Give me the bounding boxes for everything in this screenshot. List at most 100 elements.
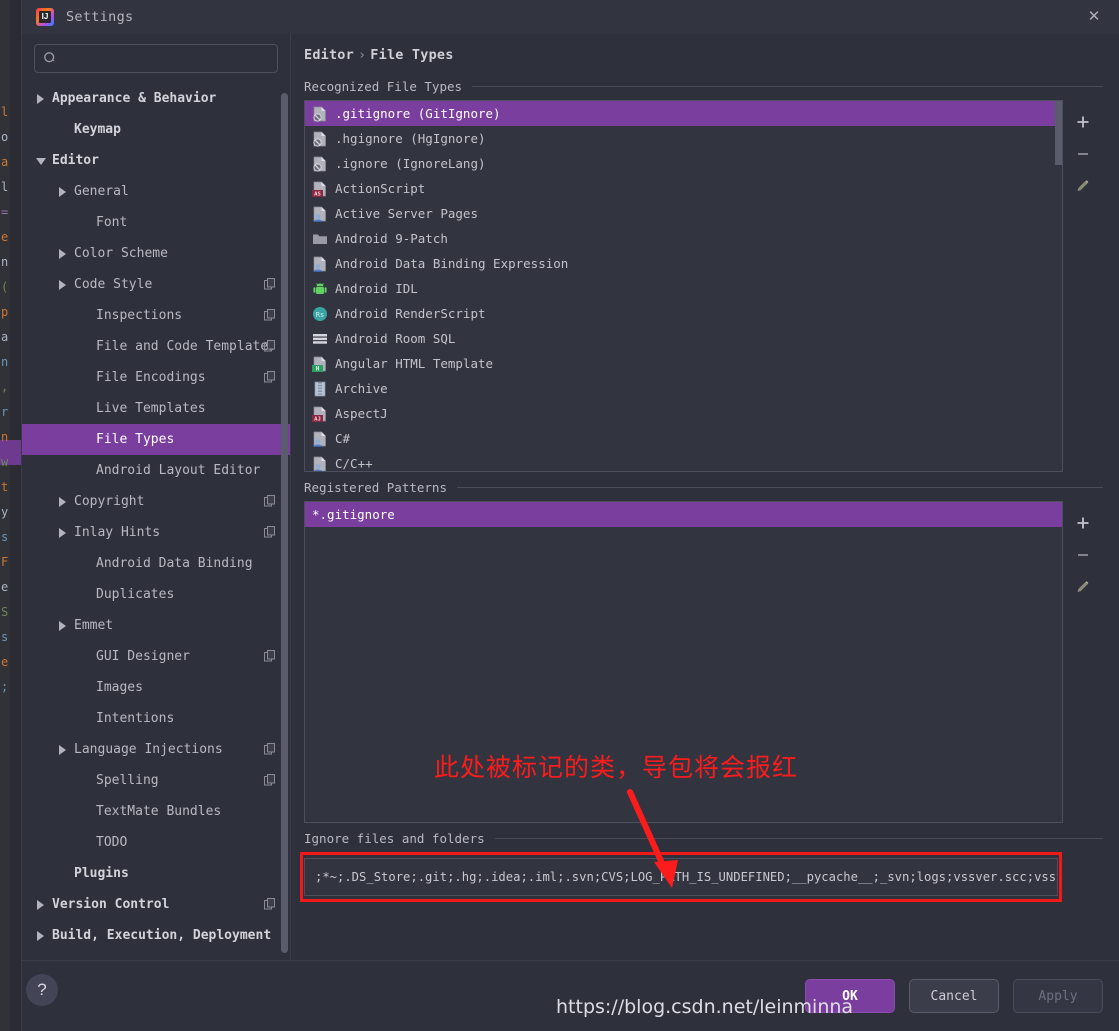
sidebar-item-emmet[interactable]: Emmet (22, 610, 290, 641)
file-type-label: Active Server Pages (335, 206, 478, 221)
sidebar-item-language-injections[interactable]: Language Injections (22, 734, 290, 765)
sidebar-item-color-scheme[interactable]: Color Scheme (22, 238, 290, 269)
remove-pattern-button[interactable] (1068, 539, 1098, 571)
add-file-type-button[interactable] (1068, 106, 1098, 138)
file-type-row[interactable]: Android 9-Patch (305, 226, 1062, 251)
search-box[interactable] (34, 44, 278, 73)
chevron-right-icon[interactable] (58, 620, 68, 631)
chevron-right-icon[interactable] (58, 186, 68, 197)
pattern-row[interactable]: *.gitignore (305, 502, 1062, 527)
sidebar-item-label: File Encodings (96, 370, 206, 385)
sidebar-item-file-and-code-templates[interactable]: File and Code Templates (22, 331, 290, 362)
sidebar-item-images[interactable]: Images (22, 672, 290, 703)
chevron-right-icon[interactable] (58, 279, 68, 290)
sidebar-item-general[interactable]: General (22, 176, 290, 207)
angular-html-icon: H (312, 356, 328, 372)
chevron-right-icon[interactable] (36, 93, 46, 104)
svg-text:H: H (316, 365, 320, 371)
chevron-right-icon[interactable] (36, 899, 46, 910)
gitignore-file-icon (312, 106, 328, 122)
file-type-row[interactable]: C/C++ (305, 451, 1062, 471)
edit-pattern-button[interactable] (1068, 571, 1098, 603)
file-type-row[interactable]: Archive (305, 376, 1062, 401)
archive-icon (312, 381, 328, 397)
settings-tree[interactable]: Appearance & Behavior Keymap Editor General… (22, 79, 290, 960)
sidebar-item-editor[interactable]: Editor (22, 145, 290, 176)
sidebar-item-textmate-bundles[interactable]: TextMate Bundles (22, 796, 290, 827)
sidebar-item-gui-designer[interactable]: GUI Designer (22, 641, 290, 672)
sidebar-item-live-templates[interactable]: Live Templates (22, 393, 290, 424)
sidebar-item-file-types[interactable]: File Types (22, 424, 290, 455)
file-type-row[interactable]: Android IDL (305, 276, 1062, 301)
sidebar-scrollbar-thumb[interactable] (281, 93, 288, 953)
sidebar-item-file-encodings[interactable]: File Encodings (22, 362, 290, 393)
editor-bg-char: , (1, 380, 9, 394)
recognized-file-types-list[interactable]: .gitignore (GitIgnore) .hgignore (HgIgnor… (304, 100, 1063, 472)
chevron-right-icon[interactable] (58, 248, 68, 259)
sidebar-item-copyright[interactable]: Copyright (22, 486, 290, 517)
file-type-row[interactable]: .gitignore (GitIgnore) (305, 101, 1062, 126)
sidebar-item-duplicates[interactable]: Duplicates (22, 579, 290, 610)
copy-settings-icon (264, 371, 276, 383)
sidebar-item-font[interactable]: Font (22, 207, 290, 238)
cancel-button[interactable]: Cancel (909, 979, 999, 1013)
sidebar-scrollbar[interactable] (281, 85, 289, 960)
sidebar-item-build-execution-deployment[interactable]: Build, Execution, Deployment (22, 920, 290, 951)
sidebar-item-intentions[interactable]: Intentions (22, 703, 290, 734)
file-type-row[interactable]: .ignore (IgnoreLang) (305, 151, 1062, 176)
edit-file-type-button[interactable] (1068, 170, 1098, 202)
sidebar-item-inlay-hints[interactable]: Inlay Hints (22, 517, 290, 548)
registered-patterns-toolbar (1063, 501, 1103, 823)
file-types-scrollbar[interactable] (1055, 101, 1062, 471)
sidebar-item-inspections[interactable]: Inspections (22, 300, 290, 331)
file-type-row[interactable]: AS ActionScript (305, 176, 1062, 201)
sidebar-item-appearance-behavior[interactable]: Appearance & Behavior (22, 83, 290, 114)
apply-button[interactable]: Apply (1013, 979, 1103, 1013)
file-type-row[interactable]: Active Server Pages (305, 201, 1062, 226)
sidebar-item-version-control[interactable]: Version Control (22, 889, 290, 920)
sidebar-item-android-data-binding[interactable]: Android Data Binding (22, 548, 290, 579)
file-type-label: Android RenderScript (335, 306, 486, 321)
search-input[interactable] (58, 51, 269, 66)
chevron-right-icon[interactable] (36, 930, 46, 941)
sidebar-item-android-layout-editor[interactable]: Android Layout Editor (22, 455, 290, 486)
chevron-right-icon[interactable] (58, 527, 68, 538)
group-divider (457, 487, 1103, 488)
file-type-row[interactable]: Android Room SQL (305, 326, 1062, 351)
databinding-icon (312, 256, 328, 272)
csharp-file-icon (312, 431, 328, 447)
file-type-row[interactable]: Android Data Binding Expression (305, 251, 1062, 276)
breadcrumb-parent[interactable]: Editor (304, 47, 354, 63)
add-pattern-button[interactable] (1068, 507, 1098, 539)
chevron-down-icon[interactable] (36, 156, 46, 166)
sidebar-item-spelling[interactable]: Spelling (22, 765, 290, 796)
file-type-row[interactable]: .hgignore (HgIgnore) (305, 126, 1062, 151)
breadcrumb-current: File Types (370, 47, 454, 63)
editor-bg-char: y (1, 505, 9, 519)
sidebar-item-languages-frameworks[interactable]: Languages & Frameworks (22, 951, 290, 960)
close-icon[interactable]: ✕ (1083, 7, 1105, 27)
file-type-row[interactable]: H Angular HTML Template (305, 351, 1062, 376)
sidebar-item-code-style[interactable]: Code Style (22, 269, 290, 300)
sidebar-item-label: Android Data Binding (96, 556, 253, 571)
remove-file-type-button[interactable] (1068, 138, 1098, 170)
sidebar-item-keymap[interactable]: Keymap (22, 114, 290, 145)
file-type-row[interactable]: AJ AspectJ (305, 401, 1062, 426)
ignore-files-input[interactable]: ;*~;.DS_Store;.git;.hg;.idea;.iml;.svn;C… (304, 858, 1058, 896)
file-type-row[interactable]: Rs Android RenderScript (305, 301, 1062, 326)
file-types-scrollbar-thumb[interactable] (1055, 101, 1062, 165)
watermark: https://blog.csdn.net/leinminna (556, 996, 854, 1018)
sidebar-item-plugins[interactable]: Plugins (22, 858, 290, 889)
chevron-right-icon[interactable] (58, 496, 68, 507)
chevron-right-icon[interactable] (58, 744, 68, 755)
file-type-row[interactable]: C# (305, 426, 1062, 451)
search-container (22, 34, 290, 79)
question-mark-icon[interactable]: ? (26, 974, 58, 1006)
file-type-label: ActionScript (335, 181, 426, 196)
sidebar-item-todo[interactable]: TODO (22, 827, 290, 858)
editor-bg-char: t (1, 480, 9, 494)
